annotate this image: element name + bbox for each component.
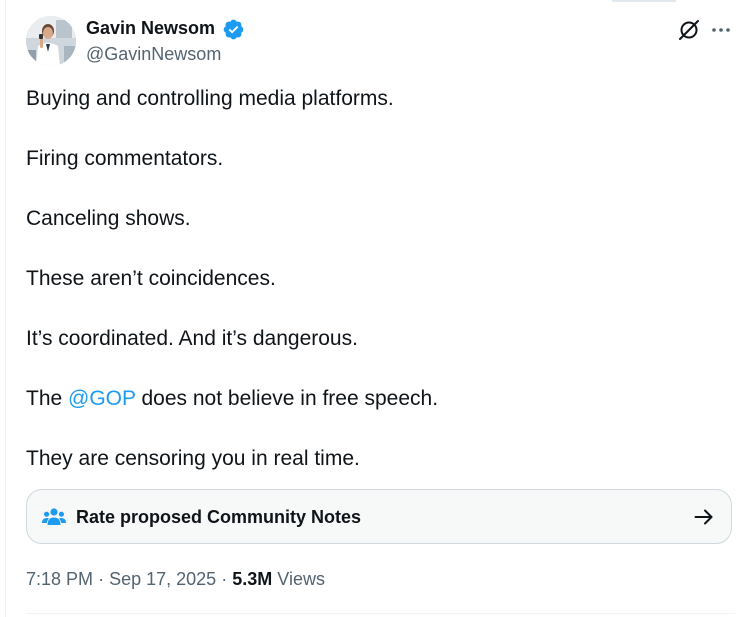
more-icon[interactable] (708, 18, 734, 42)
avatar[interactable] (26, 16, 76, 66)
tweet-line: It’s coordinated. And it’s dangerous. (26, 327, 358, 350)
people-icon (42, 506, 66, 528)
meta-separator: · (221, 569, 228, 589)
community-notes-button[interactable]: Rate proposed Community Notes (26, 489, 732, 544)
tweet-text-segment: The (26, 387, 69, 410)
tweet-line: Canceling shows. (26, 207, 191, 230)
community-notes-label: Rate proposed Community Notes (76, 507, 362, 527)
grok-icon[interactable] (677, 18, 701, 42)
meta-separator: · (98, 569, 105, 589)
top-scroll-indicator (612, 0, 676, 2)
views-label: Views (277, 569, 325, 589)
views-count: 5.3M (232, 569, 273, 589)
tweet-detail-page: Gavin Newsom @GavinNewsom Buying and con… (0, 0, 751, 617)
tweet-text-segment: does not believe in free speech. (135, 387, 439, 410)
tweet-line: They are censoring you in real time. (26, 447, 360, 470)
arrow-right-icon (693, 506, 715, 528)
author-handle[interactable]: @GavinNewsom (86, 43, 221, 65)
tweet-line: These aren’t coincidences. (26, 267, 276, 290)
tweet-line: Firing commentators. (26, 147, 224, 170)
author-name[interactable]: Gavin Newsom (86, 17, 215, 39)
tweet-text: Buying and controlling media platforms. … (26, 86, 726, 506)
mention-link[interactable]: @GOP (68, 387, 136, 410)
tweet-line: Buying and controlling media platforms. (26, 87, 394, 110)
verified-badge-icon[interactable] (222, 18, 245, 41)
tweet-date[interactable]: Sep 17, 2025 (109, 569, 216, 589)
tweet-meta: 7:18 PM · Sep 17, 2025 · 5.3M Views (26, 568, 325, 590)
tweet-time[interactable]: 7:18 PM (26, 569, 93, 589)
tweet-line: The @GOP does not believe in free speech… (26, 386, 726, 412)
bottom-divider (26, 613, 735, 614)
left-divider (5, 0, 6, 617)
profile-photo-icon (26, 16, 76, 66)
